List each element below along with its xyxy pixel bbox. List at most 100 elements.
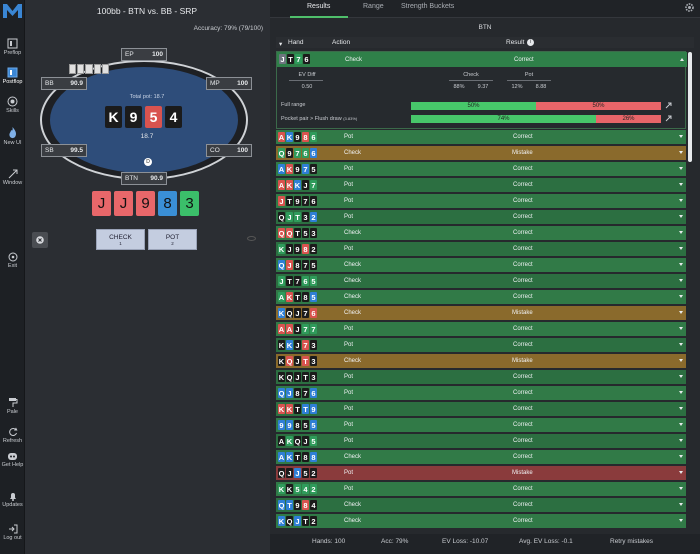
table-row[interactable]: K K J 7 3 Pot Correct: [276, 338, 686, 352]
external-link-icon[interactable]: [665, 115, 672, 122]
expand-caret-icon[interactable]: [679, 439, 683, 442]
expand-caret-icon[interactable]: [679, 503, 683, 506]
table-row[interactable]: K J 9 8 2 Pot Correct: [276, 242, 686, 256]
expand-caret-icon[interactable]: [679, 215, 683, 218]
expand-caret-icon[interactable]: [679, 295, 683, 298]
sidebar-item-exit[interactable]: Exit: [0, 252, 25, 269]
expand-caret-icon[interactable]: [679, 407, 683, 410]
expand-caret-icon[interactable]: [679, 167, 683, 170]
sidebar-item-updates[interactable]: Updates: [0, 491, 25, 508]
refresh-icon: [8, 427, 17, 437]
check-button[interactable]: CHECK 1: [96, 229, 145, 250]
table-row[interactable]: Q J 8 7 6 Pot Correct: [276, 386, 686, 400]
expand-caret-icon[interactable]: [679, 327, 683, 330]
expand-caret-icon[interactable]: [679, 471, 683, 474]
table-row[interactable]: Q J J 5 2 Pot Mistake: [276, 466, 686, 480]
row-result: Correct: [513, 166, 533, 172]
expand-caret-icon[interactable]: [679, 183, 683, 186]
hand-card: 3: [310, 340, 317, 350]
sidebar-item-preflop[interactable]: Preflop: [0, 38, 25, 56]
expand-caret-icon[interactable]: [679, 135, 683, 138]
sort-caret-icon[interactable]: ▾: [279, 40, 282, 48]
logout-icon: [8, 524, 17, 534]
sidebar-item-pale[interactable]: Pale: [0, 397, 25, 415]
sidebar-item-postflop[interactable]: Postflop: [0, 67, 25, 85]
expand-caret-icon[interactable]: [679, 423, 683, 426]
table-row[interactable]: K Q J T 2 Check Correct: [276, 514, 686, 528]
scrollbar[interactable]: [688, 52, 692, 162]
hand-card: 8: [294, 260, 301, 270]
header-result[interactable]: Result: [506, 39, 524, 46]
table-row[interactable]: A K 9 8 6 Pot Correct: [276, 130, 686, 144]
expand-caret-icon[interactable]: [679, 455, 683, 458]
expand-caret-icon[interactable]: [679, 343, 683, 346]
expand-caret-icon[interactable]: [679, 359, 683, 362]
hand-card: Q: [294, 436, 301, 446]
expand-caret-icon[interactable]: [679, 519, 683, 522]
row-action: Pot: [344, 486, 354, 492]
table-row[interactable]: A K T 8 8 Check Correct: [276, 450, 686, 464]
hand-card: Q: [286, 228, 293, 238]
row-result: Correct: [513, 230, 533, 236]
expand-caret-icon[interactable]: [679, 263, 683, 266]
table-row[interactable]: K K T T 9 Pot Correct: [276, 402, 686, 416]
expand-caret-icon[interactable]: [679, 279, 683, 282]
table-row[interactable]: A K Q J 5 Pot Correct: [276, 434, 686, 448]
hand-card: 5: [310, 292, 317, 302]
table-row[interactable]: Q Q T 5 3 Check Correct: [276, 226, 686, 240]
table-row[interactable]: K K 5 4 2 Pot Correct: [276, 482, 686, 496]
gear-icon[interactable]: [684, 2, 695, 13]
expand-caret-icon[interactable]: [679, 487, 683, 490]
table-row[interactable]: Q J T 3 2 Pot Correct: [276, 210, 686, 224]
collapse-caret-icon[interactable]: [680, 58, 684, 61]
tab-strength-buckets[interactable]: Strength Buckets: [401, 3, 454, 10]
header-action[interactable]: Action: [332, 39, 350, 46]
header-hand[interactable]: Hand: [288, 39, 304, 46]
expand-caret-icon[interactable]: [679, 311, 683, 314]
table-row[interactable]: Q 9 7 6 6 Check Mistake: [276, 146, 686, 160]
sidebar-item-new-ui[interactable]: New UI: [0, 126, 25, 146]
sidebar-item-get-help[interactable]: Get Help: [0, 452, 25, 468]
info-icon[interactable]: i: [527, 39, 534, 46]
table-row[interactable]: A K 9 7 5 Pot Correct: [276, 162, 686, 176]
close-button[interactable]: [32, 232, 48, 248]
table-row[interactable]: Q T 9 8 4 Check Correct: [276, 498, 686, 512]
row-result: Correct: [513, 134, 533, 140]
sidebar-item-refresh[interactable]: Refresh: [0, 427, 25, 444]
eye-icon[interactable]: [247, 236, 256, 241]
external-link-icon[interactable]: [665, 102, 672, 109]
table-row[interactable]: A K T 8 5 Check Correct: [276, 290, 686, 304]
row-action: Pot: [344, 406, 354, 412]
sidebar-item-window[interactable]: Window: [0, 169, 25, 186]
sidebar-item-skills[interactable]: Skills: [0, 96, 25, 114]
table-row[interactable]: K Q J T 3 Check Mistake: [276, 354, 686, 368]
retry-mistakes-button[interactable]: Retry mistakes: [610, 538, 653, 545]
hand-card: 2: [310, 212, 317, 222]
hand-card: K: [278, 308, 285, 318]
expand-caret-icon[interactable]: [679, 247, 683, 250]
table-row[interactable]: A A J 7 7 Pot Correct: [276, 322, 686, 336]
tab-results[interactable]: Results: [307, 3, 330, 10]
pot-ev: 8.88: [535, 84, 547, 90]
table-row[interactable]: K Q J 7 6 Check Mistake: [276, 306, 686, 320]
table-row[interactable]: Q J 8 7 5 Check Correct: [276, 258, 686, 272]
hand-card: A: [286, 324, 293, 334]
expand-caret-icon[interactable]: [679, 199, 683, 202]
expand-caret-icon[interactable]: [679, 391, 683, 394]
expand-caret-icon[interactable]: [679, 231, 683, 234]
sidebar-item-label: Pale: [6, 409, 18, 415]
table-row[interactable]: J T 7 6 5 Check Correct: [276, 274, 686, 288]
expand-caret-icon[interactable]: [679, 151, 683, 154]
table-row[interactable]: JT76 Check Correct: [277, 52, 687, 67]
pot-button[interactable]: POT 2: [148, 229, 197, 250]
table-row[interactable]: A K K J 7 Pot Correct: [276, 178, 686, 192]
tab-range[interactable]: Range: [363, 3, 384, 10]
expand-caret-icon[interactable]: [679, 375, 683, 378]
sidebar-item-log-out[interactable]: Log out: [0, 524, 25, 541]
table-row[interactable]: J T 9 7 6 Pot Correct: [276, 194, 686, 208]
row-result: Correct: [513, 374, 533, 380]
hand-card: T: [286, 276, 293, 286]
table-row[interactable]: 9 9 8 5 5 Pot Correct: [276, 418, 686, 432]
seat-name: BTN: [125, 175, 138, 182]
table-row[interactable]: K Q J T 3 Pot Correct: [276, 370, 686, 384]
